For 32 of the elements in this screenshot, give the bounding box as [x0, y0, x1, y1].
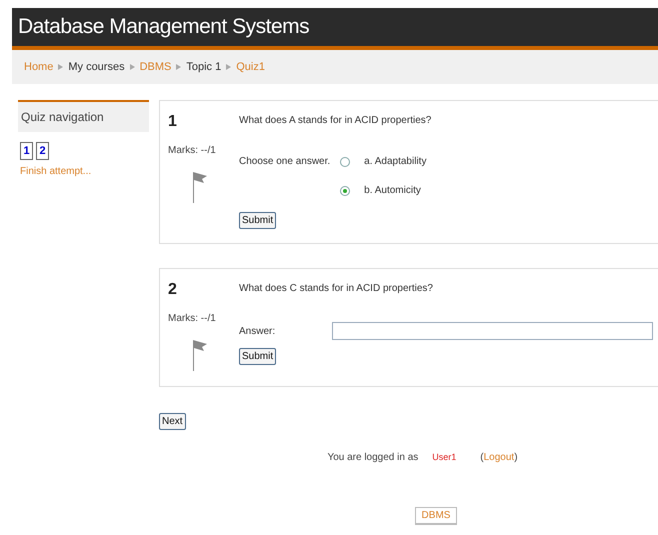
choice-prompt: Choose one answer.	[239, 156, 330, 167]
separator-icon	[176, 64, 182, 70]
answer-field[interactable]	[332, 322, 653, 340]
marks-label: Marks: --/1	[168, 145, 217, 156]
question-text: What does A stands for in ACID properties?	[239, 115, 432, 126]
login-text: You are logged in as	[327, 452, 418, 463]
sidebar-title: Quiz navigation	[18, 100, 149, 132]
username: User1	[432, 452, 456, 463]
separator-icon	[58, 64, 64, 70]
flag-icon[interactable]	[190, 170, 208, 204]
option-label[interactable]: b. Automicity	[364, 185, 658, 196]
question-text: What does C stands for in ACID properties?	[239, 283, 434, 294]
separator-icon	[226, 64, 232, 70]
question-nav-button[interactable]: 2	[36, 142, 49, 160]
paren-text: )	[514, 452, 518, 463]
breadcrumb-item: Topic 1	[186, 61, 222, 73]
radio-button[interactable]	[340, 156, 350, 166]
submit-button[interactable]: Submit	[239, 212, 276, 229]
radio-button[interactable]	[340, 186, 350, 196]
separator-icon	[130, 64, 135, 70]
next-button[interactable]: Next	[159, 413, 186, 430]
flag-icon[interactable]	[190, 338, 208, 372]
question-number: 1	[168, 113, 178, 131]
question-number: 2	[168, 281, 178, 299]
paren-text: (	[480, 452, 484, 463]
site-title: Database Management Systems	[18, 15, 310, 39]
marks-label: Marks: --/1	[168, 313, 217, 324]
submit-button[interactable]: Submit	[239, 348, 276, 365]
option-label[interactable]: a. Adaptability	[364, 156, 658, 167]
breadcrumb-item: My courses	[68, 61, 125, 73]
answer-label: Answer:	[239, 326, 276, 336]
question-nav-button[interactable]: 1	[20, 142, 33, 160]
